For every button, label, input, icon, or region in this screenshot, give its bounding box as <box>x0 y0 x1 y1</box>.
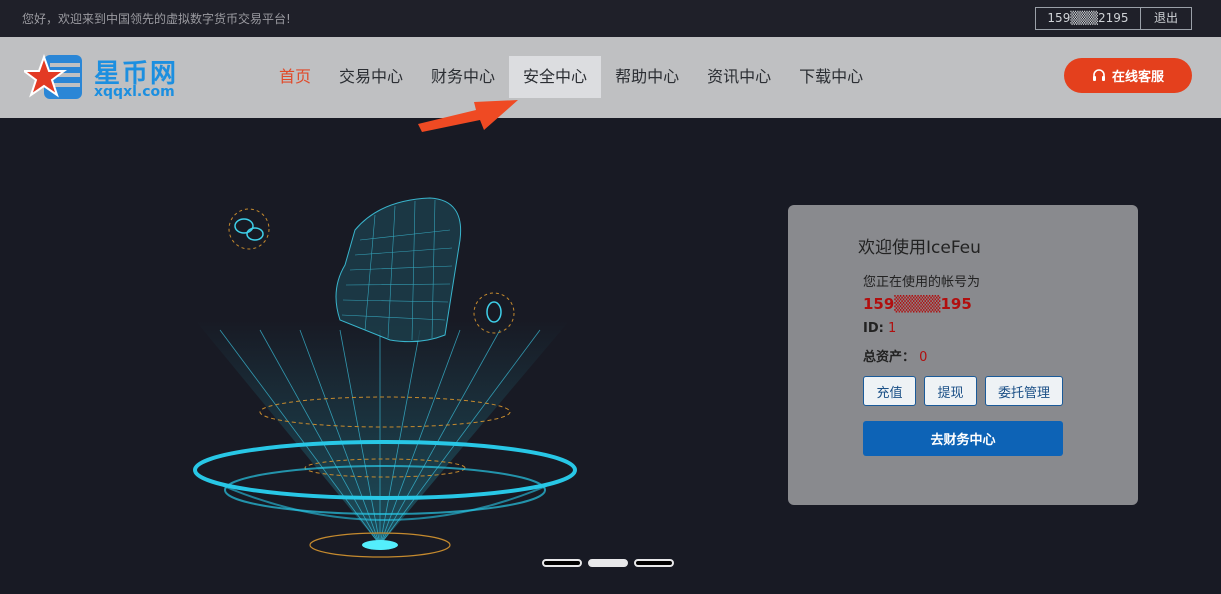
total-assets-value: 0 <box>919 350 928 365</box>
nav-news-center[interactable]: 资讯中心 <box>693 56 785 98</box>
headset-icon <box>1092 68 1105 81</box>
total-assets-label: 总资产： <box>863 350 916 365</box>
carousel-indicators <box>542 559 674 567</box>
recharge-button[interactable]: 充值 <box>863 376 916 406</box>
nav-security-center[interactable]: 安全中心 <box>509 56 602 98</box>
main-nav: 首页 交易中心 财务中心 安全中心 帮助中心 资讯中心 下载中心 <box>265 56 877 98</box>
welcome-text: 您好，欢迎来到中国领先的虚拟数字货币交易平台! <box>22 12 291 26</box>
nav-bar: 星币网 xqqxl.com 首页 交易中心 财务中心 安全中心 帮助中心 资讯中… <box>0 37 1221 118</box>
account-phone-link[interactable]: 159▒▒▒2195 <box>1036 8 1141 29</box>
carousel-dot-active[interactable] <box>588 559 628 567</box>
order-management-button[interactable]: 委托管理 <box>985 376 1063 406</box>
id-value: 1 <box>887 321 897 336</box>
account-box: 159▒▒▒2195 退出 <box>1035 7 1192 30</box>
nav-trade-center[interactable]: 交易中心 <box>325 56 417 98</box>
account-phone: 159▒▒▒▒195 <box>863 295 972 313</box>
account-label: 您正在使用的帐号为 <box>863 275 981 290</box>
carousel-dot[interactable] <box>634 559 674 567</box>
card-title: 欢迎使用IceFeu <box>858 238 981 258</box>
online-service-label: 在线客服 <box>1111 70 1164 85</box>
id-label: ID: <box>863 321 884 336</box>
wechat-icon <box>228 208 270 250</box>
nav-finance-center[interactable]: 财务中心 <box>417 56 509 98</box>
nav-help-center[interactable]: 帮助中心 <box>601 56 693 98</box>
go-finance-center-button[interactable]: 去财务中心 <box>863 421 1063 456</box>
arrow-annotation-icon <box>418 100 518 132</box>
online-service-button[interactable]: 在线客服 <box>1064 58 1192 93</box>
logo[interactable]: 星币网 xqqxl.com <box>21 51 194 103</box>
logo-domain: xqqxl.com <box>94 84 175 100</box>
carousel-dot[interactable] <box>542 559 582 567</box>
account-id-row: ID: 1 <box>863 321 896 336</box>
total-assets-row: 总资产： 0 <box>863 346 927 365</box>
hero-illustration <box>193 197 577 558</box>
nav-home[interactable]: 首页 <box>265 56 325 98</box>
withdraw-button[interactable]: 提现 <box>924 376 977 406</box>
top-bar: 您好，欢迎来到中国领先的虚拟数字货币交易平台! 159▒▒▒2195 退出 <box>0 0 1221 37</box>
logout-link[interactable]: 退出 <box>1141 8 1191 29</box>
nav-download-center[interactable]: 下载中心 <box>785 56 877 98</box>
star-logo-icon <box>21 54 82 99</box>
account-card: 欢迎使用IceFeu 您正在使用的帐号为 159▒▒▒▒195 ID: 1 总资… <box>788 205 1138 505</box>
